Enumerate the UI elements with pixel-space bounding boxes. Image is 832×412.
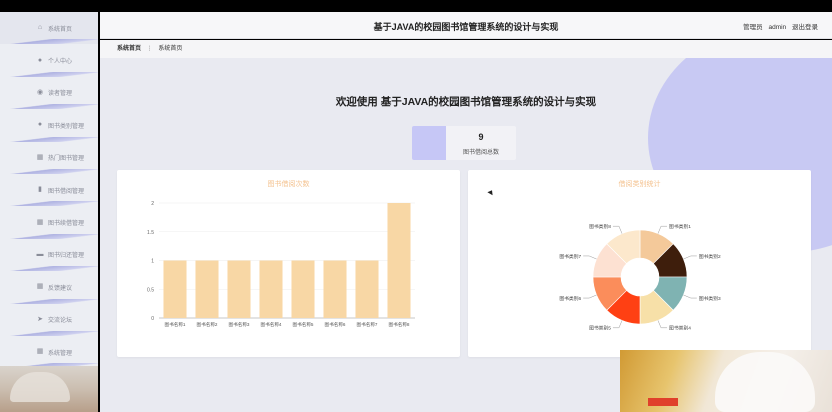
sidebar-item[interactable]: ⌂ 系统首页: [0, 12, 98, 45]
logout-button[interactable]: 退出登录: [792, 24, 818, 31]
borrow-total-card: 9 图书借阅总数: [412, 126, 516, 160]
sidebar-item[interactable]: ▦ 系统管理: [0, 336, 98, 369]
welcome-text: 欢迎使用 基于JAVA的校园图书馆管理系统的设计与实现: [335, 96, 597, 108]
breadcrumb-home[interactable]: 系统首页: [117, 46, 141, 52]
chat-icon: ▬: [36, 250, 44, 258]
pie-label: 图书类别8: [589, 223, 611, 230]
pie-label-line: [683, 255, 697, 260]
sidebar-item-label: 系统首页: [48, 26, 73, 33]
y-tick-label: 2: [151, 201, 154, 207]
y-tick-label: 1: [151, 259, 154, 265]
pie-label-line: [612, 225, 623, 234]
user-role: 管理员: [743, 24, 763, 31]
sidebar-item-label: 图书归还管理: [48, 253, 85, 260]
bar[interactable]: [163, 260, 187, 319]
y-tick-label: 0.5: [147, 287, 154, 293]
bar[interactable]: [291, 260, 315, 319]
x-tick-label: 图书名称1: [165, 321, 186, 328]
sidebar-item[interactable]: ▦ 热门图书管理: [0, 142, 98, 175]
sidebar-item-label: 反馈建议: [48, 285, 73, 292]
sidebar-item-label: 读者管理: [48, 91, 73, 98]
sidebar-item-label: 个人中心: [48, 59, 73, 66]
chart-icon: ▮: [38, 186, 42, 194]
bar[interactable]: [195, 260, 219, 319]
grid-icon: ▦: [36, 283, 44, 291]
pie-label-line: [583, 294, 597, 299]
sidebar-item[interactable]: ➤ 交流论坛: [0, 304, 98, 337]
x-tick-label: 图书名称8: [389, 321, 410, 328]
pie-label-line: [683, 294, 697, 299]
user-area: 管理员 admin 退出登录: [739, 21, 818, 31]
bar[interactable]: [259, 260, 283, 319]
grid-icon: ▦: [36, 153, 44, 161]
sidebar-item[interactable]: ▦ 反馈建议: [0, 271, 98, 304]
pie-label: 图书类别6: [559, 295, 581, 302]
x-tick-label: 图书名称4: [261, 321, 282, 328]
sidebar: ⌂ 系统首页 ● 个人中心 ◉ 读者管理 ● 图书类别管理 ▦ 热门图书管理 ▮ 图书借阅管理 ▦ 图书续…: [0, 12, 98, 412]
main-content: 欢迎使用 基于JAVA的校园图书馆管理系统的设计与实现 9 图书借阅总数 图书借…: [100, 58, 832, 412]
sidebar-item-label: 交流论坛: [48, 318, 73, 325]
borrow-total-value: 9: [478, 132, 484, 142]
bar[interactable]: [227, 260, 251, 319]
page-title: 基于JAVA的校园图书馆管理系统的设计与实现: [373, 22, 559, 32]
x-tick-label: 图书名称6: [325, 321, 346, 328]
pie-chart: 图书类别1 图书类别2 图书类别3 图书类别4 图书类别5 图书类别6 图书类别7 图书类别8: [559, 223, 721, 332]
decor-photo: [620, 350, 832, 412]
bar[interactable]: [387, 203, 411, 318]
pie-label: 图书类别4: [669, 325, 691, 332]
send-icon: ➤: [37, 315, 43, 323]
grid-icon: ▦: [36, 218, 44, 226]
top-black-bar: [0, 0, 832, 12]
sidebar-item-label: 图书类别管理: [48, 123, 85, 130]
user-icon: ●: [37, 56, 43, 64]
sidebar-menu: ⌂ 系统首页 ● 个人中心 ◉ 读者管理 ● 图书类别管理 ▦ 热门图书管理 ▮ 图书借阅管理 ▦ 图书续…: [0, 12, 98, 369]
pie-label: 图书类别2: [699, 253, 721, 260]
borrow-total-label: 图书借阅总数: [462, 150, 499, 156]
sidebar-item[interactable]: ▮ 图书借阅管理: [0, 174, 98, 207]
bar[interactable]: [355, 260, 379, 319]
bar-chart-panel: 图书借阅次数 0 0.5 1 1.5 2 图书名称1 图书名称2 图书名称3 图书名称4 图书名称…: [117, 170, 460, 357]
pie-label: 图书类别1: [669, 223, 691, 230]
bar[interactable]: [323, 260, 347, 319]
pie-label-line: [657, 225, 668, 234]
pie-label-line: [583, 255, 597, 260]
sidebar-item[interactable]: ▦ 图书续借管理: [0, 206, 98, 240]
x-tick-label: 图书名称7: [357, 321, 378, 328]
pie-label: 图书类别7: [559, 253, 581, 260]
y-tick-label: 1.5: [147, 230, 154, 236]
sidebar-decor-image: [0, 366, 98, 412]
pie-label: 图书类别3: [699, 295, 721, 302]
sidebar-item[interactable]: ▬ 图书归还管理: [0, 239, 98, 272]
sidebar-item[interactable]: ● 图书类别管理: [0, 109, 98, 142]
pie-label-line: [612, 320, 623, 329]
username: admin: [768, 24, 787, 31]
sidebar-item-label: 热门图书管理: [48, 156, 85, 163]
home-icon: ⌂: [37, 24, 43, 32]
breadcrumb-separator: ⋮: [146, 46, 153, 52]
x-tick-label: 图书名称3: [229, 321, 250, 328]
breadcrumb: 系统首页 ⋮ 系统首页: [100, 40, 832, 58]
sidebar-item-label: 图书续借管理: [48, 221, 85, 228]
x-tick-label: 图书名称2: [197, 321, 218, 328]
sidebar-item-label: 图书借阅管理: [48, 188, 85, 195]
breadcrumb-current: 系统首页: [158, 46, 183, 52]
user-icon: ●: [37, 121, 43, 129]
pie-chart-panel: 借阅类别统计 图书类别1 图书类别2 图书类别3 图书类别4 图书类别5 图书类别6 图书类…: [468, 170, 811, 357]
bar-chart: 0 0.5 1 1.5 2 图书名称1 图书名称2 图书名称3 图书名称4 图书名称5 图书名称6 图…: [147, 201, 415, 328]
header: 基于JAVA的校园图书馆管理系统的设计与实现 管理员 admin 退出登录: [100, 12, 832, 39]
sidebar-item[interactable]: ◉ 读者管理: [0, 77, 98, 110]
pie-label: 图书类别5: [589, 325, 611, 332]
x-tick-label: 图书名称5: [293, 321, 314, 328]
sidebar-item-label: 系统管理: [48, 350, 73, 357]
sidebar-item[interactable]: ● 个人中心: [0, 44, 98, 78]
stat-accent-block: [412, 126, 446, 160]
pie-label-line: [657, 320, 668, 329]
y-tick-label: 0: [151, 316, 154, 322]
grid-icon: ▦: [36, 348, 44, 356]
location-icon: ◉: [36, 88, 44, 96]
